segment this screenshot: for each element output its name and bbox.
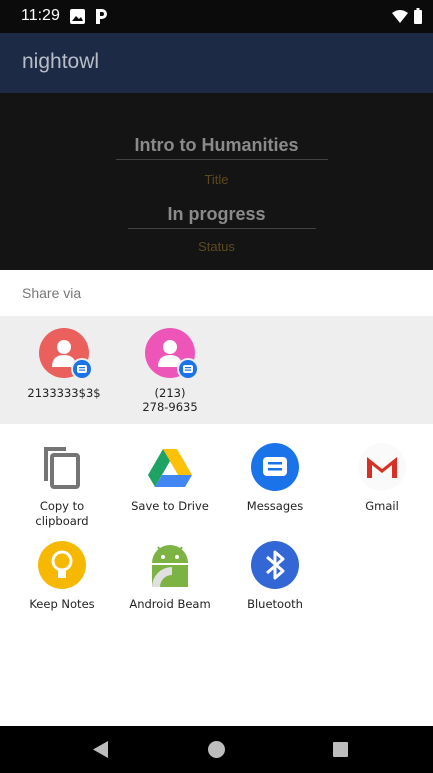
copy-icon xyxy=(38,443,86,491)
android-icon xyxy=(146,541,194,589)
drive-icon xyxy=(146,443,194,491)
keep-icon xyxy=(38,541,86,589)
course-name-underline xyxy=(116,159,328,160)
share-app-android-beam[interactable]: Android Beam xyxy=(120,541,220,612)
bluetooth-icon xyxy=(251,541,299,589)
share-app-gmail[interactable]: Gmail xyxy=(332,443,432,514)
status-time: 11:29 xyxy=(21,7,60,24)
share-app-keep-notes[interactable]: Keep Notes xyxy=(12,541,112,612)
gmail-icon xyxy=(358,443,406,491)
recents-icon[interactable] xyxy=(333,742,348,757)
direct-share-target-label: (213) 278-9635 xyxy=(142,386,198,414)
share-app-label: Keep Notes xyxy=(29,597,95,611)
image-notification-icon xyxy=(70,9,85,24)
share-app-label: Android Beam xyxy=(129,597,211,611)
share-app-save-to-drive[interactable]: Save to Drive xyxy=(120,443,220,514)
p-notification-icon xyxy=(96,9,107,24)
app-title: nightowl xyxy=(22,50,100,73)
share-app-label: Messages xyxy=(246,499,304,513)
messages-badge-icon xyxy=(71,358,93,380)
direct-share-target-label: 2133333$3$ xyxy=(27,386,101,400)
contact-avatar xyxy=(39,328,93,380)
battery-icon xyxy=(414,8,422,24)
direct-share-row: 2133333$3$ (213) 278-9635 xyxy=(0,316,433,424)
course-status-underline xyxy=(128,228,316,229)
direct-share-target-1[interactable]: 2133333$3$ xyxy=(14,328,114,400)
share-app-label: Gmail xyxy=(365,499,399,513)
wifi-icon xyxy=(392,10,408,23)
status-bar: 11:29 xyxy=(0,0,433,33)
app-bar: nightowl xyxy=(0,33,433,93)
course-name: Intro to Humanities xyxy=(134,135,299,155)
course-status-label: Status xyxy=(198,239,235,254)
messages-icon xyxy=(251,443,299,491)
share-app-label: Save to Drive xyxy=(131,499,209,513)
course-detail: Intro to Humanities Title In progress St… xyxy=(0,93,433,270)
share-app-messages[interactable]: Messages xyxy=(225,443,325,514)
share-app-label: Copy to clipboard xyxy=(35,499,89,528)
share-app-bluetooth[interactable]: Bluetooth xyxy=(225,541,325,612)
course-status: In progress xyxy=(167,204,266,224)
share-app-label: Bluetooth xyxy=(247,597,303,611)
back-icon[interactable] xyxy=(93,741,109,758)
contact-avatar xyxy=(145,328,199,380)
direct-share-target-2[interactable]: (213) 278-9635 xyxy=(120,328,220,414)
home-icon[interactable] xyxy=(207,740,226,759)
messages-badge-icon xyxy=(177,358,199,380)
share-app-copy-to-clipboard[interactable]: Copy to clipboard xyxy=(12,443,112,529)
navigation-bar xyxy=(0,726,433,773)
share-sheet-title: Share via xyxy=(22,285,82,301)
course-name-label: Title xyxy=(204,172,229,187)
